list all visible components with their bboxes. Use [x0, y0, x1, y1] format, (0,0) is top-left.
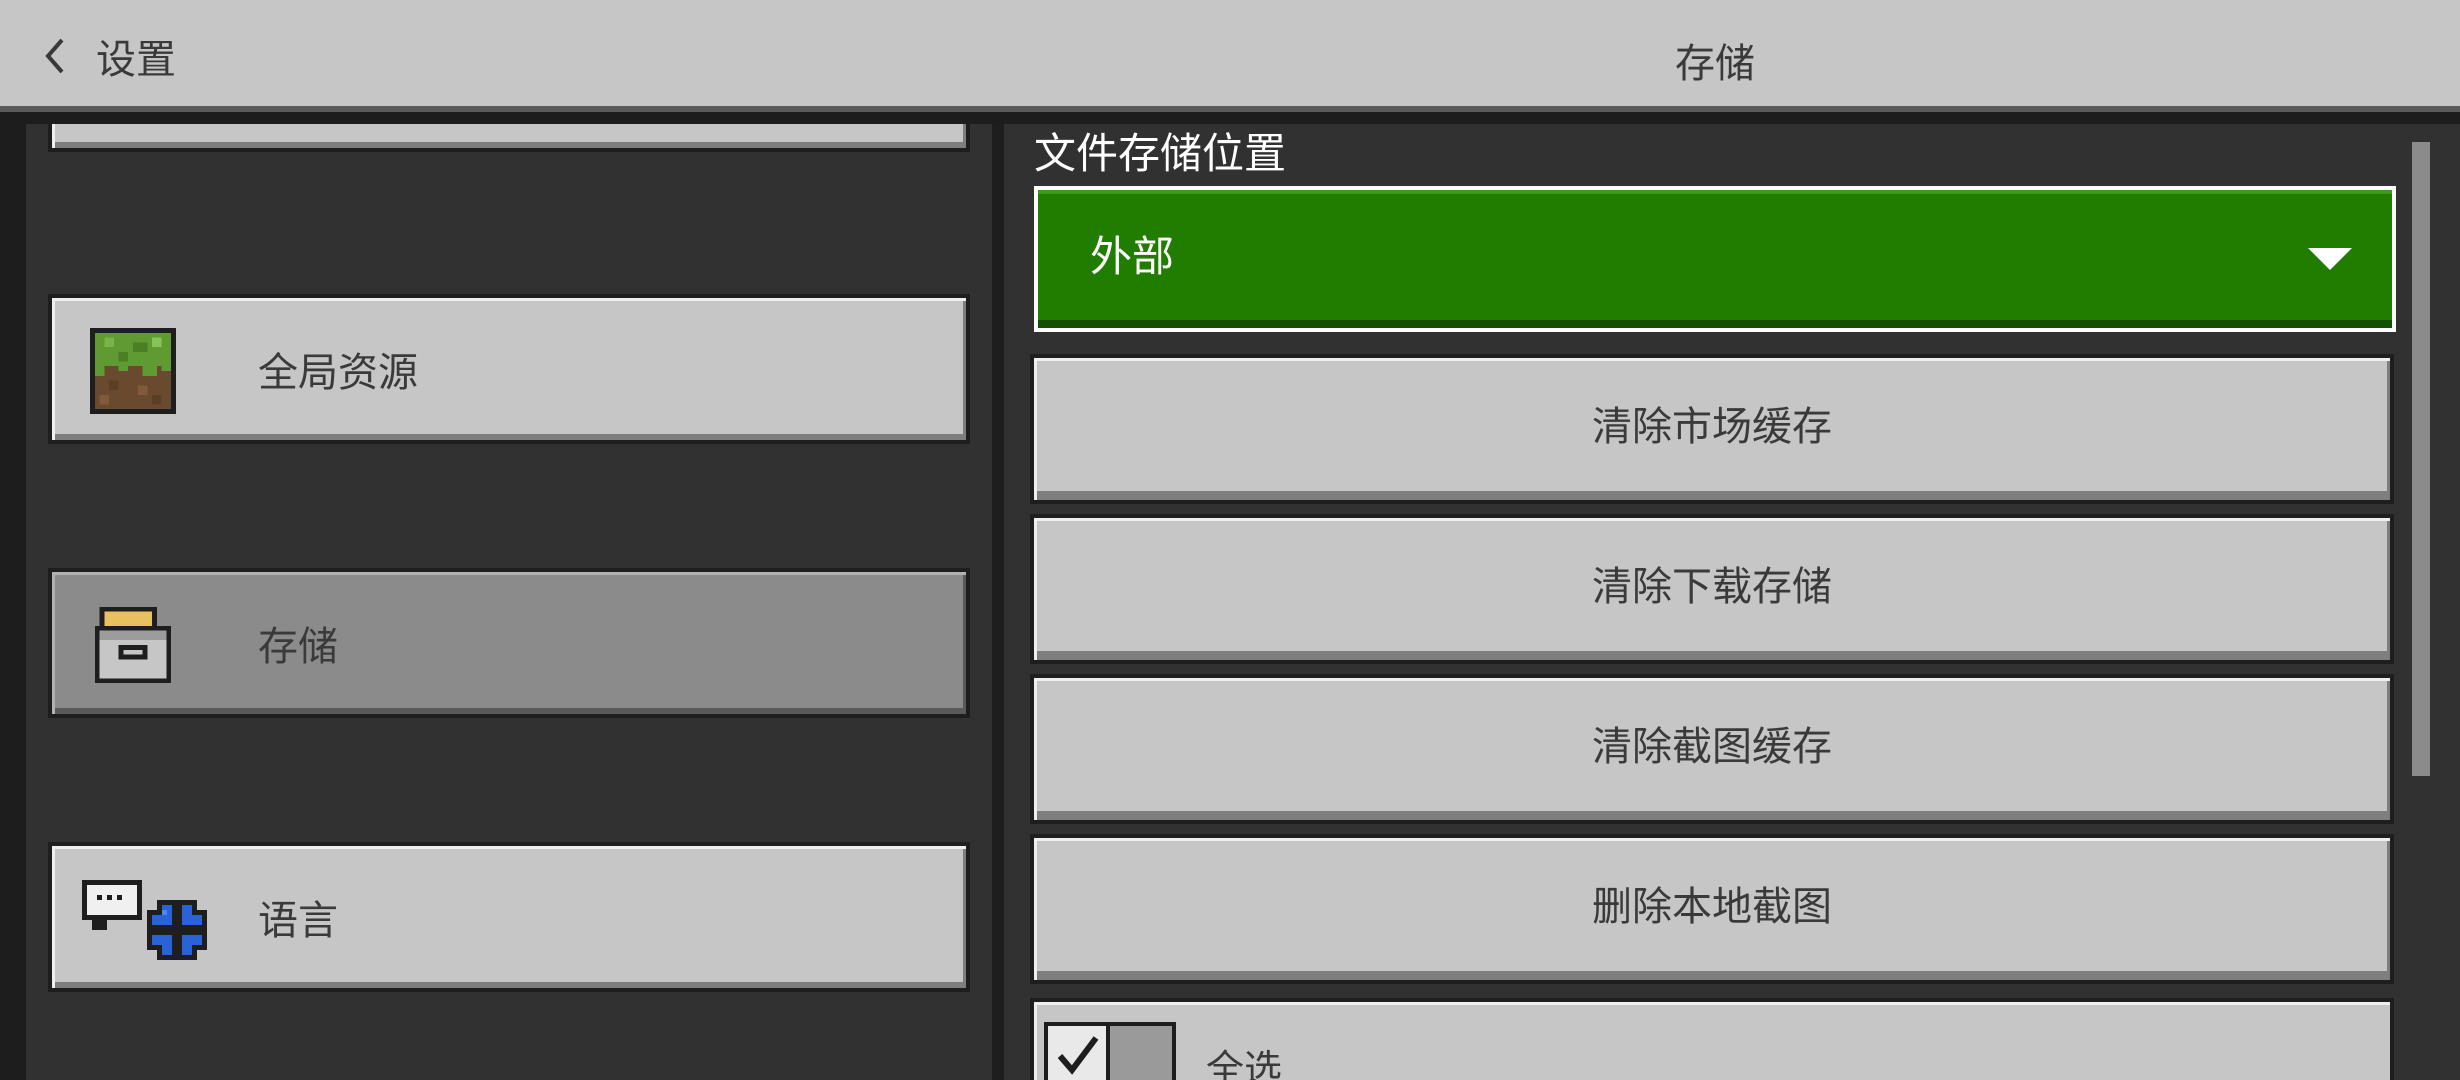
storage-location-dropdown[interactable]: 外部	[1034, 186, 2396, 332]
clear-download-storage-button[interactable]: 清除下载存储	[1030, 514, 2394, 664]
select-all-checkbox[interactable]	[1044, 1022, 1176, 1080]
grass-block-icon	[90, 328, 176, 414]
sidebar-item-label: 存储	[258, 624, 338, 670]
storage-box-icon	[94, 606, 172, 684]
sidebar-item-storage[interactable]: 存储	[48, 568, 970, 718]
scrollbar-thumb[interactable]	[2412, 142, 2430, 776]
dropdown-selected-value: 外部	[1090, 232, 1175, 281]
sidebar-item-previous[interactable]	[48, 124, 970, 152]
storage-settings-panel: 文件存储位置 外部 清除市场缓存 清除下载存储 清除截图缓存 删除本地截图 全选	[1004, 124, 2460, 1080]
dropdown-arrow-icon	[2308, 248, 2352, 270]
top-bar: 设置 存储	[0, 0, 2460, 112]
back-label: 设置	[96, 37, 176, 83]
select-all-row: 全选	[1030, 998, 2394, 1080]
sidebar-item-label: 语言	[258, 898, 338, 944]
checkbox-on-segment	[1048, 1026, 1110, 1080]
sidebar-item-global-resources[interactable]: 全局资源	[48, 294, 970, 444]
clear-marketplace-cache-button[interactable]: 清除市场缓存	[1030, 354, 2394, 504]
delete-local-screenshots-button[interactable]: 删除本地截图	[1030, 834, 2394, 984]
clear-screenshot-cache-button[interactable]: 清除截图缓存	[1030, 674, 2394, 824]
chevron-left-icon	[45, 38, 64, 74]
checkmark-icon	[1057, 1036, 1099, 1075]
storage-settings-screen: 设置 存储 全局资源 存储 语言 文件存储位置 外部 清除市场缓存 清除下载存储…	[0, 0, 2460, 1080]
language-globe-icon	[82, 880, 207, 960]
sidebar-item-label: 全局资源	[258, 350, 418, 396]
page-title: 存储	[1675, 41, 1755, 87]
panel-divider	[992, 124, 1004, 1080]
sidebar: 全局资源 存储 语言	[26, 124, 992, 1080]
sidebar-item-language[interactable]: 语言	[48, 842, 970, 992]
select-all-label: 全选	[1206, 1047, 1283, 1080]
file-storage-location-label: 文件存储位置	[1034, 129, 1287, 178]
back-button[interactable]: 设置	[44, 16, 176, 96]
